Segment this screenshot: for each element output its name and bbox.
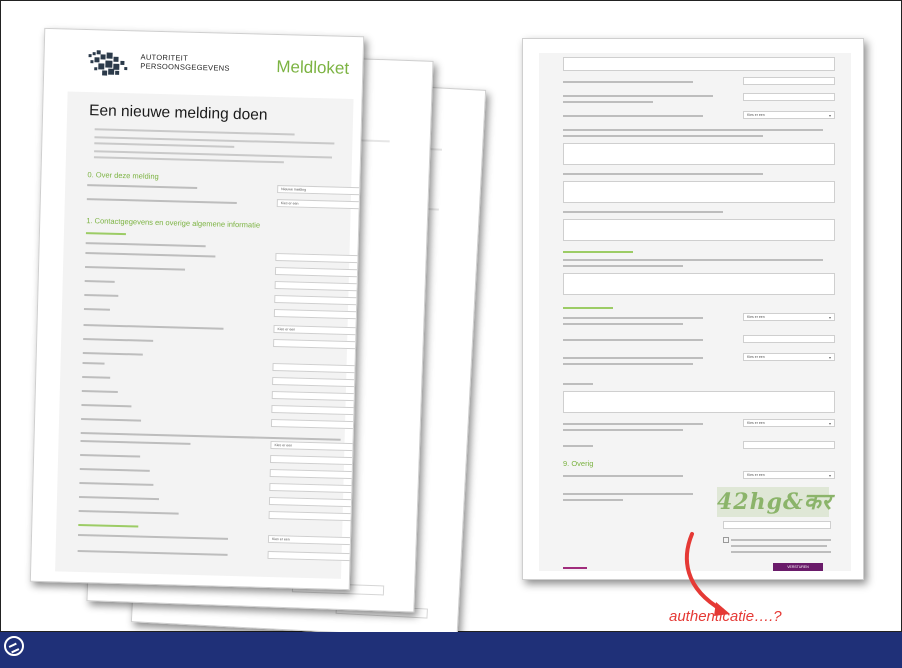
page-title: Een nieuwe melding doen (88, 102, 268, 124)
r-field-4[interactable] (743, 441, 835, 449)
functie-field[interactable] (272, 376, 365, 388)
bottom-bar (0, 632, 902, 668)
form-body-right: Kies er een Kies er een Kies er een Kies… (539, 53, 851, 571)
contact-tel2-field[interactable] (268, 510, 365, 522)
vervolg-select[interactable]: Kies er een (276, 199, 365, 210)
slide-logo-icon (4, 636, 24, 656)
r-select-5[interactable]: Kies er een (743, 471, 835, 479)
annotation-text: authenticatie….? (669, 608, 782, 625)
section-over-melding: 0. Over deze melding (87, 170, 159, 181)
r-select-1[interactable]: Kies er een (743, 111, 835, 119)
email-field[interactable] (271, 390, 365, 402)
telefoon-field[interactable] (271, 404, 365, 416)
form-header: AUTORITEIT PERSOONSGEGEVENS Meldloket (44, 29, 363, 95)
andere-org-field[interactable] (267, 550, 365, 562)
melding-type-field[interactable]: Nieuwe melding (277, 185, 365, 196)
r-area-4[interactable] (563, 273, 835, 295)
form-page-front: AUTORITEIT PERSOONSGEGEVENS Meldloket Ee… (29, 27, 365, 591)
r-select-3[interactable]: Kies er een (743, 353, 835, 361)
ap-logo-icon (88, 50, 128, 76)
r-field-1[interactable] (743, 77, 835, 85)
r-select-2[interactable]: Kies er een (743, 313, 835, 321)
section-contactgegevens: 1. Contactgegevens en overige algemene i… (86, 216, 261, 230)
r-area-2[interactable] (563, 181, 835, 203)
form-body: Een nieuwe melding doen 0. Over deze mel… (55, 91, 365, 579)
submit-button[interactable]: VERSTUREN (773, 563, 823, 571)
plaats-field[interactable] (273, 309, 365, 320)
postcode-field[interactable] (274, 295, 365, 306)
sector-select[interactable]: Kies er een (273, 325, 365, 336)
r-field-3[interactable] (743, 335, 835, 343)
r-area-5[interactable] (563, 391, 835, 413)
form-page-right: Kies er een Kies er een Kies er een Kies… (522, 38, 864, 580)
org-name: AUTORITEIT PERSOONSGEGEVENS (140, 52, 230, 72)
org-name-field[interactable] (274, 267, 365, 278)
contact-naam-field[interactable] (269, 454, 365, 466)
app-title: Meldloket (276, 56, 350, 78)
org-name-line2: PERSOONSGEGEVENS (140, 61, 230, 73)
sector-other-field[interactable] (273, 339, 365, 350)
back-link[interactable] (563, 567, 587, 569)
curved-arrow-icon (684, 532, 730, 616)
r-field-2[interactable] (743, 93, 835, 101)
captcha-image: 42hg&कर (717, 487, 832, 517)
r-area-1[interactable] (563, 143, 835, 165)
contactpersoon-select[interactable]: Kies er een (270, 440, 365, 452)
kvk-field[interactable] (275, 253, 365, 264)
r-area-3[interactable] (563, 219, 835, 241)
andere-org-select[interactable]: Kies er een (267, 534, 365, 546)
section-overig: 9. Overig (563, 459, 594, 468)
naam-field[interactable] (272, 362, 365, 374)
adres-field[interactable] (274, 281, 365, 292)
contact-email-field[interactable] (269, 482, 365, 494)
r-select-4[interactable]: Kies er een (743, 419, 835, 427)
contact-tel-field[interactable] (268, 496, 365, 508)
telefoon2-field[interactable] (270, 418, 365, 430)
contact-functie-field[interactable] (269, 468, 365, 480)
